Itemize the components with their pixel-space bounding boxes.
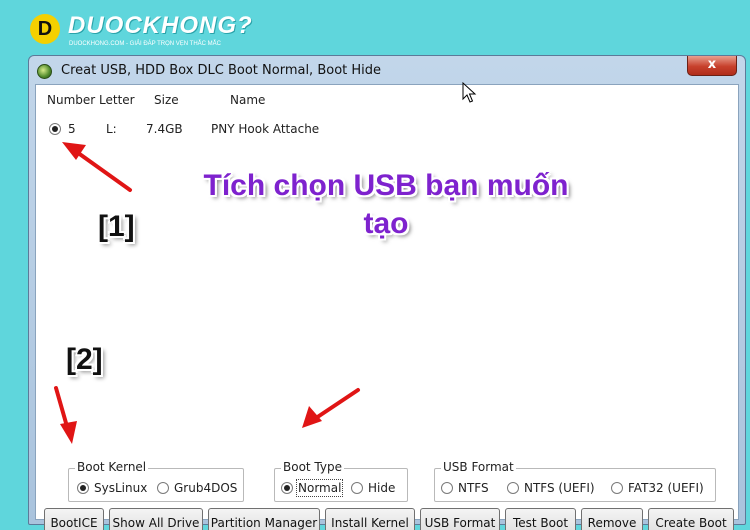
option-normal-label: Normal [295,479,344,497]
option-normal[interactable]: Normal [281,479,344,497]
column-header-letter: Letter [99,93,135,107]
instruction-line-1: Tích chọn USB bạn muốn [203,169,569,202]
boot-kernel-group: Boot Kernel SysLinux Grub4DOS [68,460,244,502]
app-icon [37,64,52,79]
marker-2: [2] [66,343,103,376]
radio-empty-icon [611,482,623,494]
option-fat32-uefi-label: FAT32 (UEFI) [628,481,704,495]
boot-type-legend: Boot Type [281,460,344,474]
drive-size: 7.4GB [146,122,183,136]
usb-format-legend: USB Format [441,460,516,474]
option-hide[interactable]: Hide [351,481,395,495]
instruction-line-2: tạo [363,207,409,240]
option-ntfs-label: NTFS [458,481,489,495]
bootice-button[interactable]: BootICE [44,508,104,530]
radio-empty-icon [507,482,519,494]
drive-name: PNY Hook Attache [211,122,320,136]
radio-selected-icon [77,482,89,494]
window-title: Creat USB, HDD Box DLC Boot Normal, Boot… [61,63,382,78]
logo-name: DUOCKHONG? [68,12,253,39]
usb-format-button[interactable]: USB Format [420,508,500,530]
boot-type-group: Boot Type Normal Hide [274,460,408,502]
drive-radio[interactable] [49,122,61,136]
radio-empty-icon [157,482,169,494]
option-syslinux-label: SysLinux [94,481,148,495]
option-grub4dos[interactable]: Grub4DOS [157,481,237,495]
radio-selected-icon [49,123,61,135]
radio-selected-icon [281,482,293,494]
drive-number: 5 [68,122,76,136]
radio-empty-icon [441,482,453,494]
test-boot-button[interactable]: Test Boot [505,508,576,530]
app-window: Creat USB, HDD Box DLC Boot Normal, Boot… [28,55,746,530]
instruction-annotation: Tích chọn USB bạn muốn tạo [126,167,646,243]
option-ntfs-uefi[interactable]: NTFS (UEFI) [507,481,595,495]
close-icon: x [707,57,717,72]
partition-manager-button[interactable]: Partition Manager [208,508,320,530]
option-hide-label: Hide [368,481,396,495]
option-ntfs[interactable]: NTFS [441,481,489,495]
title-bar[interactable]: Creat USB, HDD Box DLC Boot Normal, Boot… [29,56,745,84]
logo-tagline: DUOCKHONG.COM - GIẢI ĐÁP TRỌN VẸN THẮC M… [69,41,222,47]
client-area: Number Letter Size Name 5 L: 7.4GB PNY H… [35,84,739,530]
show-all-drive-button[interactable]: Show All Drive [109,508,203,530]
usb-format-group: USB Format NTFS NTFS (UEFI) FAT32 (UEFI) [434,460,716,502]
radio-empty-icon [351,482,363,494]
drive-letter: L: [106,122,117,136]
boot-kernel-legend: Boot Kernel [75,460,149,474]
option-fat32-uefi[interactable]: FAT32 (UEFI) [611,481,704,495]
remove-button[interactable]: Remove [581,508,643,530]
column-header-number: Number [47,93,96,107]
logo-badge: D [30,14,60,44]
mouse-cursor-icon [462,82,477,103]
column-header-name: Name [230,93,266,107]
option-grub4dos-label: Grub4DOS [174,481,238,495]
close-button[interactable]: x [687,56,737,76]
marker-1: [1] [98,210,135,243]
option-syslinux[interactable]: SysLinux [77,481,147,495]
option-ntfs-uefi-label: NTFS (UEFI) [524,481,595,495]
install-kernel-button[interactable]: Install Kernel [325,508,415,530]
create-boot-button[interactable]: Create Boot [648,508,734,530]
column-header-size: Size [154,93,179,107]
